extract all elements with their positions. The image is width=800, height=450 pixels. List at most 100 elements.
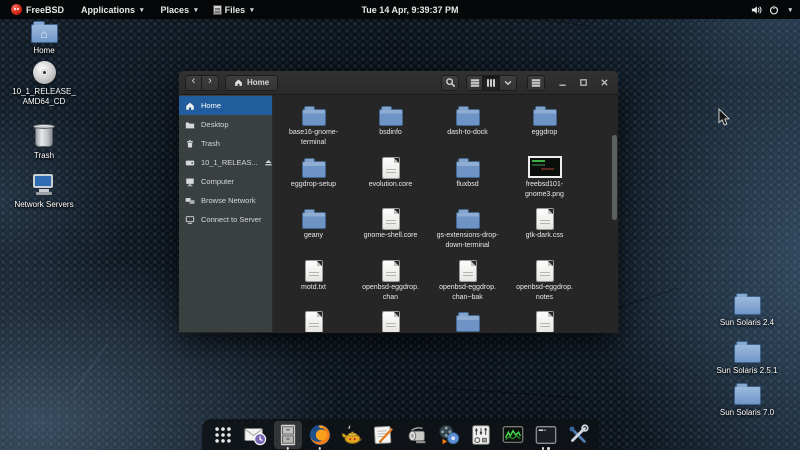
- dock-text-editor-button[interactable]: [368, 420, 400, 450]
- file-item[interactable]: base16-gnome- terminal: [275, 99, 352, 151]
- search-button[interactable]: [441, 74, 459, 91]
- dock-media-player-button[interactable]: [433, 420, 465, 450]
- system-monitor-icon: [503, 425, 524, 443]
- file-item[interactable]: motd.txt: [275, 254, 352, 306]
- view-grid-button[interactable]: [466, 74, 483, 91]
- file-label: gtk-dark.css: [525, 232, 564, 239]
- back-button[interactable]: ‹: [185, 74, 202, 91]
- chevron-down-icon: ▾: [788, 6, 792, 14]
- sidebar-item-release-cd[interactable]: 10_1_RELEAS...: [179, 153, 272, 172]
- menu-icon: [531, 78, 541, 87]
- status-area[interactable]: ▾: [751, 4, 800, 15]
- computer-icon: [186, 178, 194, 186]
- menu-places[interactable]: Places ▾: [157, 0, 202, 19]
- maximize-button[interactable]: [578, 78, 588, 88]
- file-item[interactable]: dash-to-dock: [429, 99, 506, 151]
- file-item[interactable]: freebsd101- gnome3.png: [506, 151, 583, 203]
- file-item[interactable]: eggdrop: [506, 99, 583, 151]
- dock-tweak-tool-button[interactable]: [562, 420, 594, 450]
- desktop-icon-release-cd[interactable]: 10_1_RELEASE_ AMD64_CD: [0, 61, 88, 107]
- file-item[interactable]: gs-extensions-drop- down-terminal: [429, 202, 506, 254]
- file-item[interactable]: gnome-shell.core: [352, 202, 429, 254]
- file-item[interactable]: openbsd-eggdrop. chan~bak: [429, 254, 506, 306]
- dock-control-center-button[interactable]: [465, 420, 497, 450]
- chevron-down-icon: ▾: [250, 6, 254, 14]
- media-player-icon: [439, 424, 460, 444]
- desktop-icon-solaris251[interactable]: Sun Solaris 2.5.1: [703, 341, 791, 376]
- file-item[interactable]: [352, 305, 429, 332]
- file-item[interactable]: geany: [275, 202, 352, 254]
- file-icon: [532, 99, 557, 126]
- minimize-button[interactable]: [557, 78, 567, 88]
- running-indicator: [541, 447, 550, 450]
- dock-evolution-button[interactable]: [239, 420, 271, 450]
- chevron-down-icon: ▾: [140, 6, 144, 14]
- menu-applications[interactable]: Applications ▾: [77, 0, 148, 19]
- file-icon: [305, 305, 322, 332]
- file-label: bsdinfo: [379, 129, 402, 136]
- top-bar: FreeBSD Applications ▾ Places ▾ Files ▾ Tue…: [0, 0, 800, 19]
- dock-terminal-button[interactable]: [530, 420, 562, 450]
- sidebar-item-trash[interactable]: Trash: [179, 134, 272, 153]
- dock-files-button[interactable]: [272, 420, 304, 450]
- clock[interactable]: Tue 14 Apr, 9:39:37 PM: [361, 5, 458, 15]
- file-item[interactable]: gtk-dark.css: [506, 202, 583, 254]
- file-item[interactable]: openbsd-eggdrop. chan: [352, 254, 429, 306]
- file-label: dash-to-dock: [447, 129, 488, 136]
- sidebar-item-label: Connect to Server: [201, 215, 262, 224]
- desktop-screen: FreeBSD Applications ▾ Places ▾ Files ▾ Tue…: [0, 0, 800, 450]
- dock-genie-lamp-button[interactable]: [336, 420, 368, 450]
- view-options-button[interactable]: [500, 74, 517, 91]
- desktop-icon-solaris70[interactable]: Sun Solaris 7.0: [703, 383, 791, 418]
- desktop-icon-network-servers[interactable]: Network Servers: [0, 174, 88, 210]
- file-item[interactable]: evolution.core: [352, 151, 429, 203]
- desktop-icon-label: 10_1_RELEASE_ AMD64_CD: [12, 87, 76, 106]
- close-icon: [600, 79, 608, 86]
- path-button[interactable]: Home: [225, 74, 279, 91]
- text-editor-icon: [374, 425, 393, 444]
- dock-printer-button[interactable]: [401, 420, 433, 450]
- sidebar-item-desktop[interactable]: Desktop: [179, 115, 272, 134]
- sidebar-item-connect-to-server[interactable]: Connect to Server: [179, 210, 272, 229]
- genie-lamp-icon: [342, 424, 363, 444]
- desktop-icon-home[interactable]: Home: [0, 21, 88, 56]
- menu-freebsd[interactable]: FreeBSD: [22, 0, 68, 19]
- file-item[interactable]: [429, 305, 506, 332]
- file-item[interactable]: fluxbsd: [429, 151, 506, 203]
- dock: [202, 419, 599, 450]
- view-list-button[interactable]: [483, 74, 500, 91]
- file-label: gs-extensions-drop- down-terminal: [436, 232, 499, 249]
- file-item[interactable]: [275, 305, 352, 332]
- eject-icon[interactable]: [264, 158, 273, 167]
- close-button[interactable]: [599, 78, 609, 88]
- file-icon: [382, 305, 399, 332]
- app-grid-icon: [215, 426, 231, 443]
- forward-button[interactable]: ›: [202, 74, 219, 91]
- file-icon: [382, 254, 399, 281]
- file-icon: [305, 254, 322, 281]
- dock-show-applications-button[interactable]: [207, 420, 239, 450]
- file-icon: [455, 202, 480, 229]
- desktop-icon-trash[interactable]: Trash: [0, 123, 88, 161]
- file-item[interactable]: [506, 305, 583, 332]
- file-item[interactable]: openbsd-eggdrop. notes: [506, 254, 583, 306]
- sidebar-item-computer[interactable]: Computer: [179, 172, 272, 191]
- dock-system-monitor-button[interactable]: [497, 420, 529, 450]
- home-icon: [235, 79, 242, 86]
- window-controls: [557, 78, 612, 88]
- dock-firefox-button[interactable]: [304, 420, 336, 450]
- desktop-icon-solaris24[interactable]: Sun Solaris 2.4: [703, 293, 791, 328]
- volume-icon: [752, 5, 763, 14]
- scrollbar-thumb[interactable]: [612, 135, 617, 220]
- minimize-icon: [558, 84, 566, 86]
- file-item[interactable]: eggdrop-setup: [275, 151, 352, 203]
- menu-button[interactable]: [527, 74, 545, 91]
- file-item[interactable]: bsdinfo: [352, 99, 429, 151]
- file-icon: [536, 202, 553, 229]
- sidebar-item-home[interactable]: Home: [179, 96, 272, 115]
- menu-files-app[interactable]: Files ▾: [209, 0, 258, 19]
- trash-icon: [187, 139, 193, 147]
- menu-files-label: Files: [224, 4, 246, 15]
- sidebar-item-browse-network[interactable]: Browse Network: [179, 191, 272, 210]
- window-headerbar: ‹ › Home: [179, 71, 618, 95]
